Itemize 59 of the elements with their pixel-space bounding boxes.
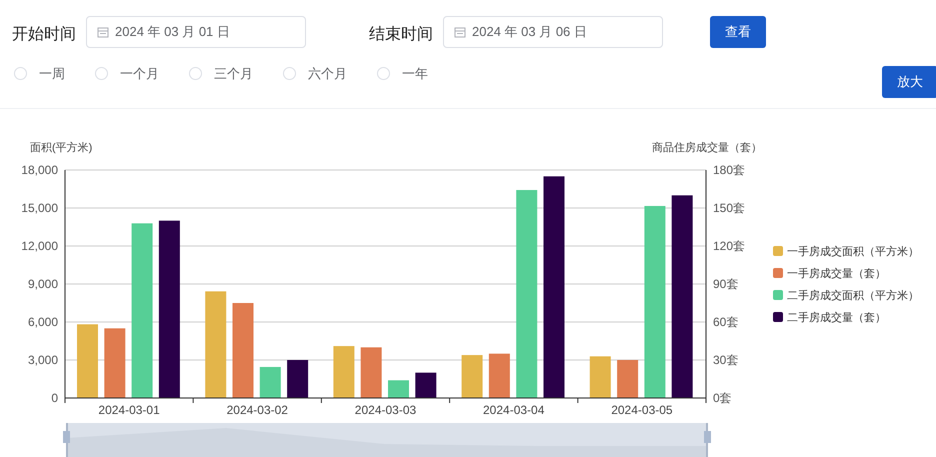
- tick-label: 120套: [713, 239, 746, 253]
- category-label: 2024-03-01: [98, 403, 160, 417]
- category-label: 2024-03-03: [354, 403, 416, 417]
- calendar-icon: [454, 26, 466, 38]
- radio-label[interactable]: 一个月: [120, 64, 159, 84]
- tick-label: 0套: [713, 391, 732, 405]
- calendar-icon: [97, 26, 109, 38]
- legend-label[interactable]: 一手房成交量（套）: [787, 268, 886, 280]
- legend-swatch[interactable]: [773, 268, 783, 278]
- legend-label[interactable]: 一手房成交面积（平方米）: [787, 246, 919, 258]
- bar: [590, 356, 611, 398]
- tick-label: 15,000: [21, 201, 58, 215]
- bar: [333, 346, 354, 398]
- radio-label[interactable]: 三个月: [214, 64, 253, 84]
- bar: [287, 360, 308, 398]
- category-label: 2024-03-02: [226, 403, 288, 417]
- radio-label[interactable]: 一年: [402, 64, 428, 84]
- tick-label: 180套: [713, 163, 746, 177]
- radio-button[interactable]: [377, 67, 390, 80]
- radio-button[interactable]: [283, 67, 296, 80]
- legend-label[interactable]: 二手房成交量（套）: [787, 312, 886, 324]
- query-button[interactable]: 查看: [710, 16, 766, 48]
- tick-label: 150套: [713, 201, 746, 215]
- tick-label: 3,000: [28, 353, 58, 367]
- start-label: 开始时间: [12, 24, 77, 44]
- tick-label: 60套: [713, 315, 738, 329]
- tick-label: 30套: [713, 353, 738, 367]
- tick-label: 18,000: [21, 163, 58, 177]
- bar: [360, 347, 382, 398]
- radio-label[interactable]: 六个月: [308, 64, 347, 84]
- axis-title: 面积(平方米): [30, 142, 92, 154]
- bar: [488, 354, 510, 398]
- legend-swatch[interactable]: [773, 312, 783, 322]
- tick-label: 12,000: [21, 239, 58, 253]
- tick-label: 6,000: [28, 315, 58, 329]
- radio-label[interactable]: 一周: [39, 64, 65, 84]
- tick-label: 0: [51, 391, 58, 405]
- bar: [104, 328, 126, 398]
- legend-label[interactable]: 二手房成交面积（平方米）: [787, 290, 919, 302]
- bar: [415, 372, 436, 398]
- zoom-in-button[interactable]: 放大: [882, 66, 936, 98]
- start-date-field[interactable]: 2024 年 03 月 01 日: [86, 16, 306, 48]
- end-date-field[interactable]: 2024 年 03 月 06 日: [443, 16, 663, 48]
- bar: [617, 360, 638, 398]
- bar: [260, 366, 281, 398]
- tick-label: 90套: [713, 277, 738, 291]
- radio-button[interactable]: [14, 67, 27, 80]
- radio-button[interactable]: [189, 67, 202, 80]
- bar: [388, 380, 409, 398]
- bar: [462, 355, 483, 398]
- range-slider[interactable]: [63, 423, 711, 457]
- legend-swatch[interactable]: [773, 290, 783, 300]
- tick-label: 9,000: [28, 277, 58, 291]
- end-label: 结束时间: [369, 24, 434, 44]
- category-label: 2024-03-04: [483, 403, 544, 417]
- category-label: 2024-03-05: [611, 403, 673, 417]
- legend-swatch[interactable]: [773, 246, 783, 256]
- radio-button[interactable]: [95, 67, 108, 80]
- axis-title: 商品住房成交量（套）: [652, 142, 762, 154]
